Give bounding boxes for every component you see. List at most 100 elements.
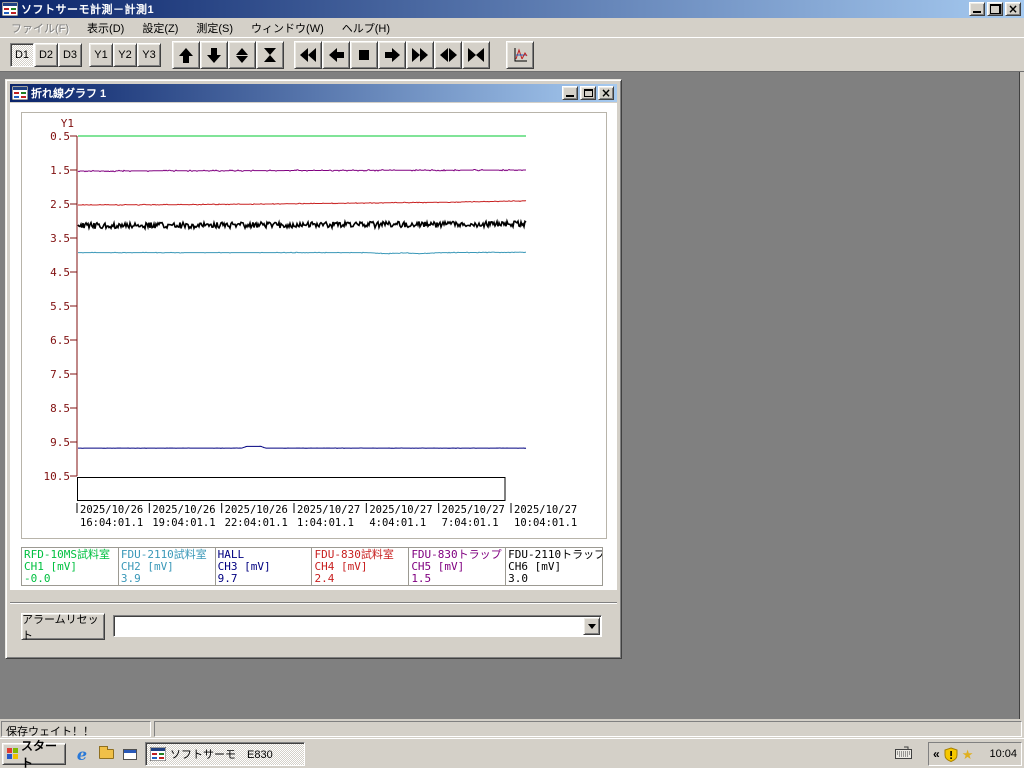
graph-window-titlebar[interactable]: 折れ線グラフ 1 × [10, 84, 617, 102]
x-tick-time: 19:04:01.1 [152, 517, 215, 529]
status-message: 保存ウェイト！！ [1, 721, 151, 737]
toolbar-button-line-graph[interactable] [506, 41, 534, 69]
window-title: ソフトサーモ計測－計測1 [21, 1, 154, 17]
x-tick-date: 2025/10/27 [514, 504, 577, 516]
toolbar-button-scroll-up[interactable] [172, 41, 200, 69]
y-tick-label: 9.5 [50, 436, 70, 449]
x-tick-time: 10:04:01.1 [514, 517, 577, 529]
window-frame-edge [1019, 72, 1024, 720]
y-tick-label: 1.5 [50, 164, 70, 177]
toolbar-button-fast-forward[interactable] [406, 41, 434, 69]
quicklaunch-show-desktop-button[interactable] [120, 744, 140, 764]
toolbar-button-d1[interactable]: D1 [10, 43, 34, 67]
menubar: ファイル(F)表示(D)設定(Z)測定(S)ウィンドウ(W)ヘルプ(H) [0, 18, 1024, 37]
maximize-icon [584, 89, 593, 97]
scroll-down-icon [207, 48, 221, 63]
y-tick-label: 8.5 [50, 402, 70, 415]
menu-item-4[interactable]: 測定(S) [187, 18, 242, 38]
menu-item-5[interactable]: ウィンドウ(W) [242, 18, 333, 38]
x-tick-time: 7:04:01.1 [442, 517, 499, 529]
alarm-combobox-dropdown-button[interactable] [583, 617, 600, 635]
x-tick-date: 2025/10/26 [80, 504, 143, 516]
quicklaunch-folder-button[interactable] [96, 744, 116, 764]
toolbar-button-step-left[interactable] [322, 41, 350, 69]
graph-window-client: Y10.51.52.53.54.55.56.57.58.59.510.52025… [10, 103, 617, 654]
step-left-icon [329, 48, 344, 62]
fast-forward-icon [412, 48, 428, 62]
toolbar-button-d2[interactable]: D2 [34, 43, 58, 67]
menu-item-6[interactable]: ヘルプ(H) [333, 18, 399, 38]
x-tick-time: 22:04:01.1 [225, 517, 288, 529]
y-tick-label: 0.5 [50, 130, 70, 143]
toolbar-button-expand-vertical[interactable] [228, 41, 256, 69]
minimize-icon [973, 11, 981, 13]
minimize-button[interactable] [969, 2, 985, 16]
graph-window-title: 折れ線グラフ 1 [31, 85, 106, 101]
alarm-control-bar: アラームリセット [10, 590, 617, 654]
toolbar-button-y3[interactable]: Y3 [137, 43, 161, 67]
taskbar-task-softthermo[interactable]: ソフトサーモ E830 [145, 742, 305, 766]
toolbar-button-expand-horizontal[interactable] [434, 41, 462, 69]
y-tick-label: 3.5 [50, 232, 70, 245]
x-tick-date: 2025/10/26 [225, 504, 288, 516]
graph-close-button[interactable]: × [598, 86, 614, 100]
legend-cell-ch3: HALLCH3 [mV]9.7 [215, 547, 313, 586]
line-graph-icon [511, 46, 529, 64]
toolbar-button-compress-horizontal[interactable] [462, 41, 490, 69]
toolbar-button-y2[interactable]: Y2 [113, 43, 137, 67]
toolbar: D1 D2 D3 Y1 Y2 Y3 [0, 37, 1024, 71]
graph-minimize-button[interactable] [562, 86, 578, 100]
graph-maximize-button[interactable] [580, 86, 596, 100]
restore-icon [990, 4, 1001, 14]
menu-item-3[interactable]: 設定(Z) [133, 18, 187, 38]
series-ch5 [78, 170, 526, 172]
legend-cell-ch4: FDU-830試料室CH4 [mV]2.4 [311, 547, 409, 586]
legend-cell-ch6: FDU-2110トラップCH6 [mV]3.0 [505, 547, 603, 586]
restore-button[interactable] [987, 2, 1003, 16]
graph-window-icon [12, 86, 28, 100]
start-label: スタート [21, 737, 61, 768]
compress-horizontal-icon [468, 48, 484, 62]
task-label: ソフトサーモ E830 [170, 746, 273, 762]
main-titlebar: ソフトサーモ計測－計測1 × [0, 0, 1024, 18]
fast-rewind-icon [300, 48, 316, 62]
legend-cell-ch1: RFD-10MS試料室CH1 [mV]-0.0 [21, 547, 119, 586]
toolbar-button-d3[interactable]: D3 [58, 43, 82, 67]
folder-icon [99, 749, 114, 759]
start-button[interactable]: スタート [2, 743, 66, 765]
y-tick-label: 2.5 [50, 198, 70, 211]
expand-horizontal-icon [440, 48, 457, 62]
y-tick-label: 10.5 [44, 470, 71, 483]
close-icon: × [1008, 4, 1018, 14]
status-panel-secondary [154, 721, 1022, 737]
compress-vertical-icon [264, 48, 276, 62]
show-desktop-icon [123, 749, 137, 760]
alarm-combobox-value[interactable] [116, 618, 581, 634]
y-tick-label: 6.5 [50, 334, 70, 347]
app-icon [2, 2, 18, 16]
series-ch3 [78, 446, 526, 448]
close-icon: × [601, 88, 611, 98]
desktop: ソフトサーモ計測－計測1 × ファイル(F)表示(D)設定(Z)測定(S)ウィン… [0, 0, 1024, 768]
alarm-combobox[interactable] [113, 615, 602, 637]
quicklaunch-ie-button[interactable]: e [72, 744, 92, 764]
menu-item-2[interactable]: 表示(D) [78, 18, 133, 38]
scroll-range-box [78, 478, 506, 501]
x-tick-date: 2025/10/27 [442, 504, 505, 516]
tray-overflow-button[interactable]: « [933, 747, 940, 761]
windows-logo-icon [7, 748, 18, 760]
keyboard-indicator-icon[interactable] [895, 746, 912, 762]
scroll-up-icon [179, 48, 193, 63]
toolbar-button-y1[interactable]: Y1 [89, 43, 113, 67]
taskbar-clock[interactable]: 10:04 [989, 748, 1017, 760]
toolbar-button-scroll-down[interactable] [200, 41, 228, 69]
alarm-reset-button[interactable]: アラームリセット [21, 613, 105, 640]
security-shield-icon[interactable] [944, 747, 958, 762]
y-tick-label: 5.5 [50, 300, 70, 313]
toolbar-button-compress-vertical[interactable] [256, 41, 284, 69]
tray-star-icon[interactable]: ★ [962, 748, 974, 761]
toolbar-button-stop[interactable] [350, 41, 378, 69]
close-button[interactable]: × [1005, 2, 1021, 16]
toolbar-button-fast-rewind[interactable] [294, 41, 322, 69]
toolbar-button-step-right[interactable] [378, 41, 406, 69]
